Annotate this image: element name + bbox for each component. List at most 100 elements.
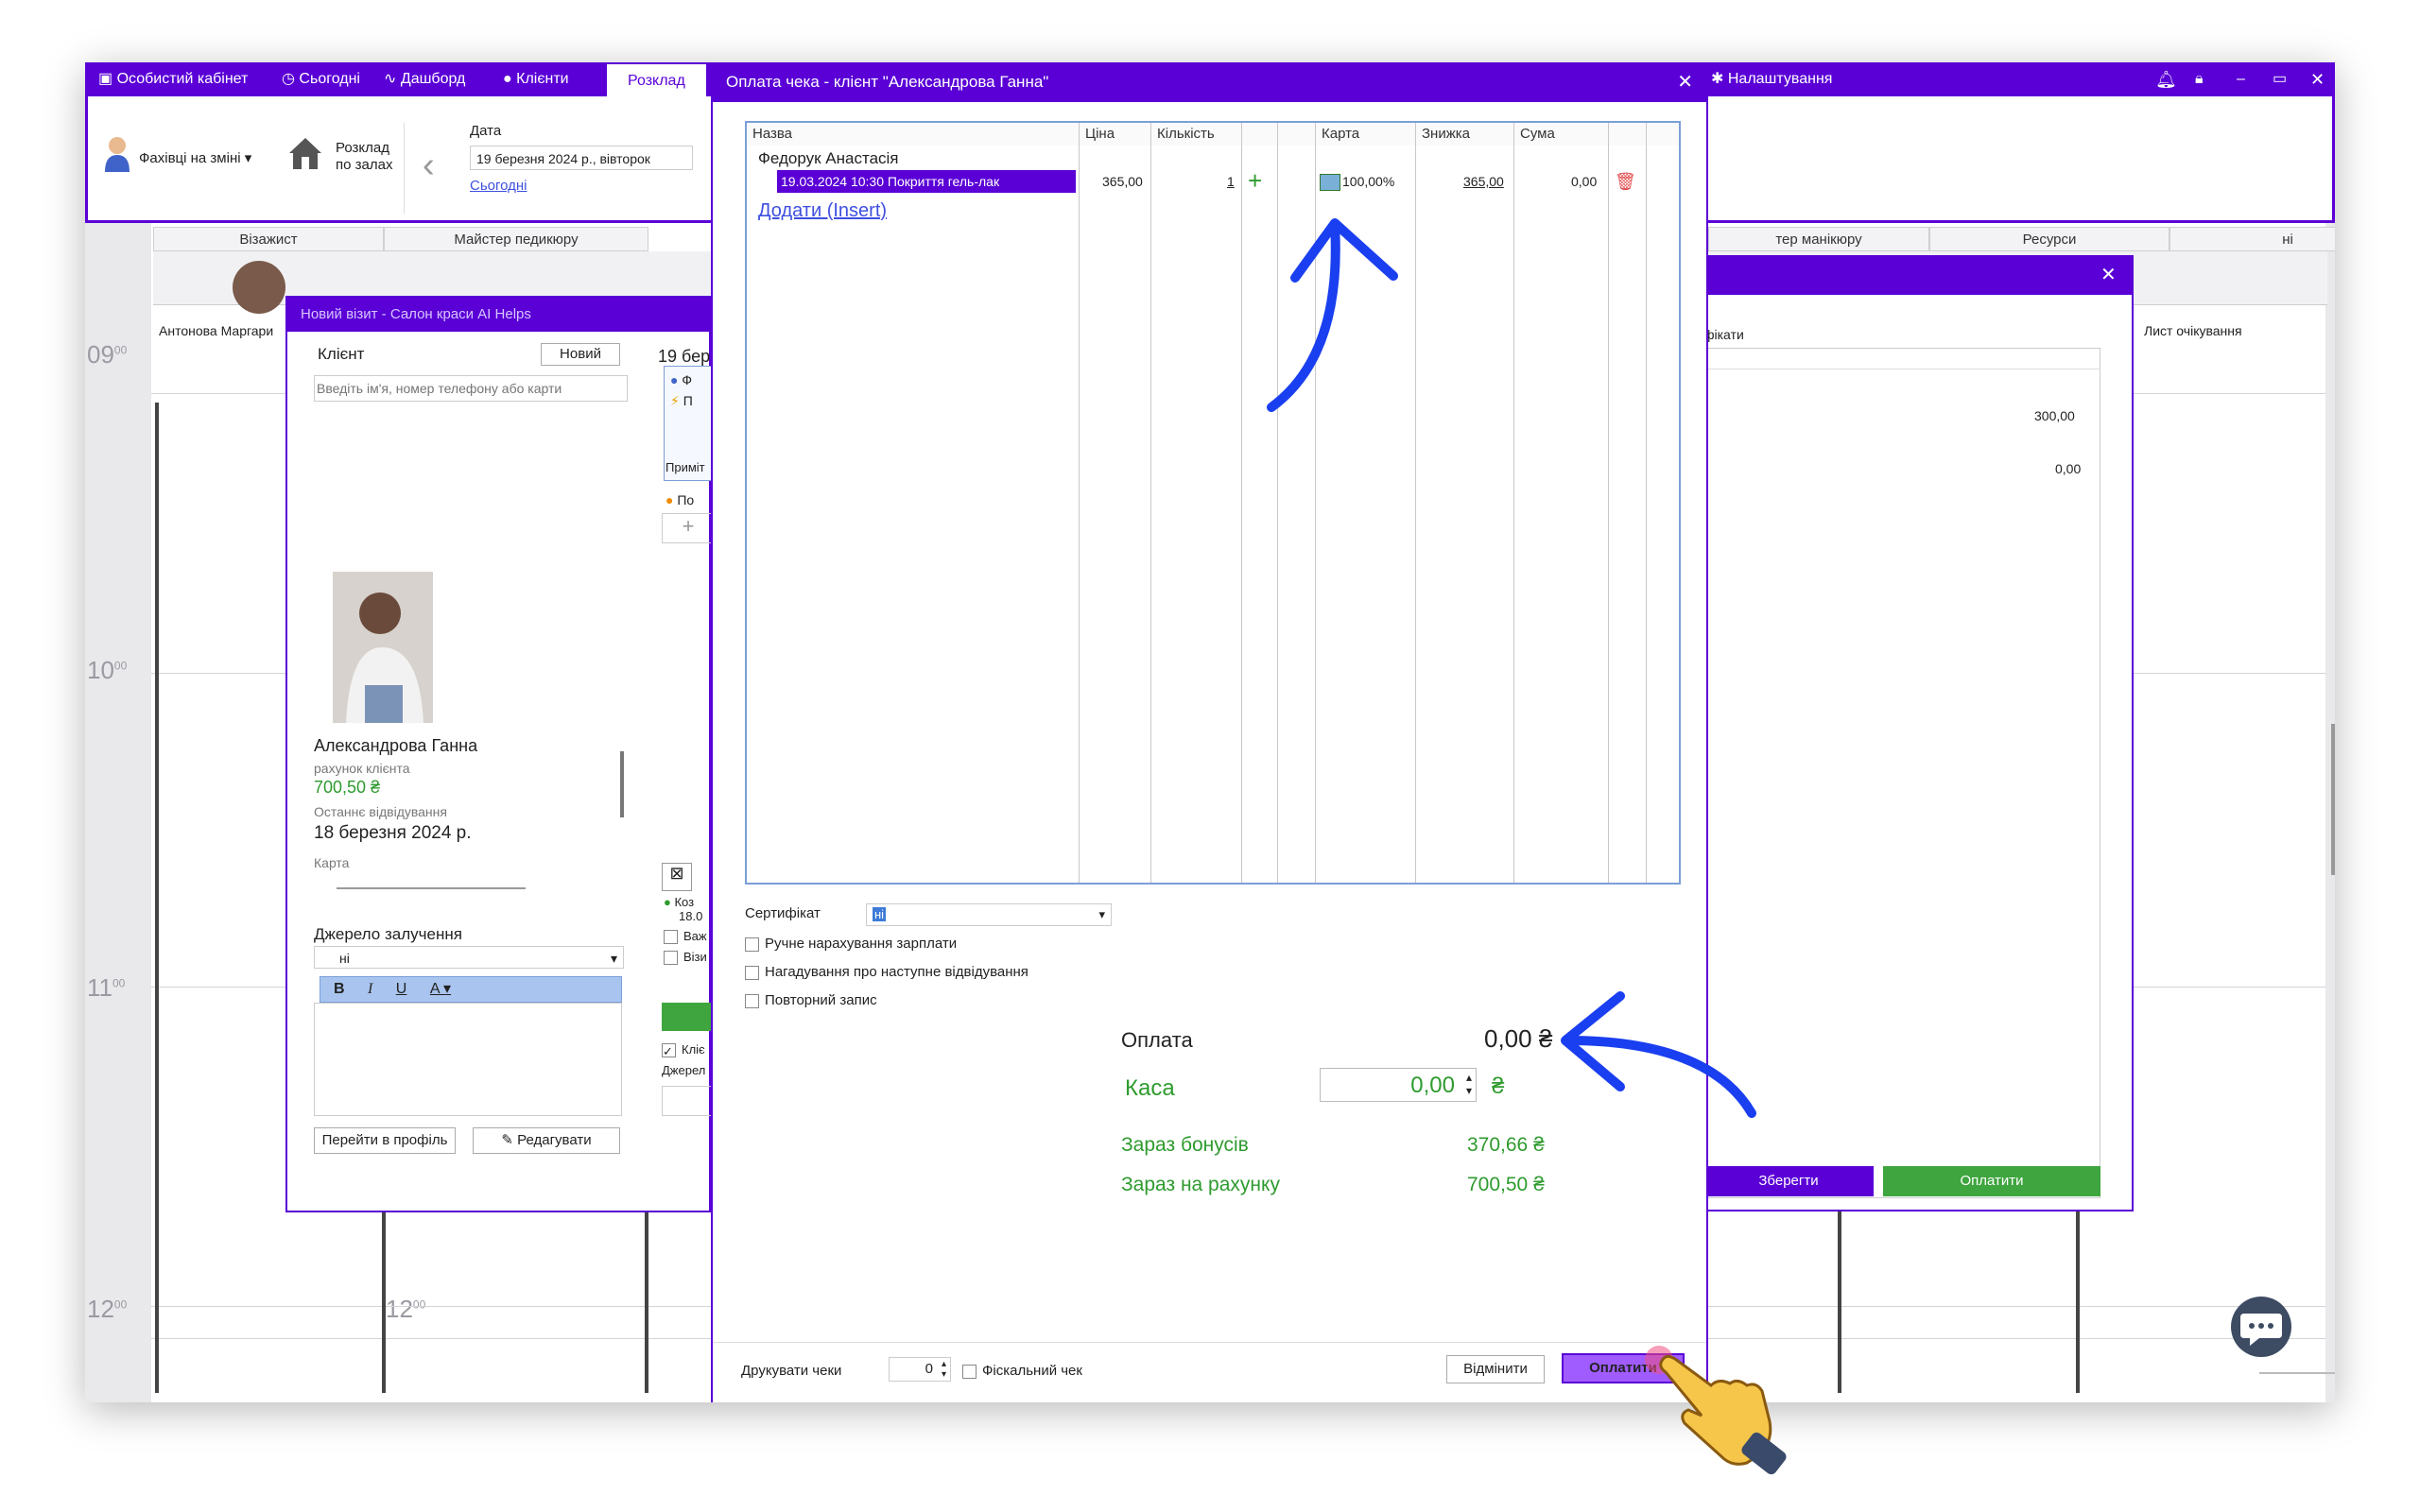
- lock-icon[interactable]: 🔒︎: [2195, 62, 2204, 96]
- save-button[interactable]: Зберегти: [1703, 1166, 1874, 1196]
- fiscal-check-checkbox[interactable]: Фіскальний чек: [962, 1363, 1082, 1379]
- plus-icon[interactable]: +: [1248, 166, 1262, 196]
- today-link[interactable]: Сьогодні: [470, 178, 527, 194]
- amount-value: 0,00: [2055, 461, 2082, 476]
- manual-salary-checkbox[interactable]: Ручне нарахування зарплати: [745, 936, 957, 952]
- source-input-2[interactable]: [662, 1086, 715, 1116]
- certificate-label: Сертифікат: [745, 905, 821, 921]
- underline-icon[interactable]: U: [396, 981, 407, 997]
- item-row-name[interactable]: 19.03.2024 10:30 Покриття гель-лак: [777, 170, 1076, 193]
- tab-schedule[interactable]: Розклад: [607, 64, 706, 96]
- bonuses-label: Зараз бонусів: [1121, 1134, 1249, 1156]
- halls-line1: Розклад: [336, 140, 389, 156]
- tab-dashboard[interactable]: ∿ Дашборд: [384, 62, 465, 96]
- payment-label: Оплата: [1121, 1028, 1193, 1052]
- service-row[interactable]: ⚡︎ П: [670, 393, 708, 409]
- client-checkbox[interactable]: ✓ Кліє: [662, 1042, 705, 1058]
- go-to-profile-button[interactable]: Перейти в профіль: [314, 1127, 456, 1154]
- repeat-record-checkbox[interactable]: Повторний запис: [745, 992, 877, 1008]
- new-client-button[interactable]: Новий: [541, 343, 620, 366]
- tab-personal-cabinet[interactable]: ▣ Особистий кабінет: [98, 62, 248, 96]
- schedule-by-halls-button[interactable]: Розклад по залах: [336, 140, 392, 174]
- tab-clients[interactable]: ● Клієнти: [503, 62, 569, 96]
- annotation-arrow-up: [1267, 218, 1398, 412]
- horizontal-scrollbar[interactable]: [337, 887, 526, 889]
- client-search-input[interactable]: [314, 375, 628, 402]
- pulse-icon: ∿: [384, 71, 397, 87]
- tab-label: Сьогодні: [299, 71, 360, 87]
- font-color-icon[interactable]: A ▾: [430, 981, 451, 997]
- cancel-button[interactable]: Відмінити: [1446, 1355, 1545, 1383]
- amount-value: 300,00: [2034, 408, 2075, 423]
- visit-dialog-title: Новий візит - Салон краси AI Helps: [287, 298, 709, 332]
- item-sum: 0,00: [1571, 174, 1598, 189]
- edit-button[interactable]: ✎ Редагувати: [473, 1127, 620, 1154]
- service-row[interactable]: ● Ф: [670, 372, 708, 387]
- pay-button-secondary[interactable]: Оплатити: [1883, 1166, 2100, 1196]
- info-scrollbar[interactable]: [620, 751, 624, 817]
- schedule-scrollbar[interactable]: [2331, 724, 2335, 875]
- date-picker[interactable]: 19 березня 2024 р., вівторок: [470, 146, 693, 170]
- add-item-link[interactable]: Додати (Insert): [758, 200, 887, 222]
- pencil-icon: ✎: [501, 1132, 513, 1148]
- staff-name: Антонова Маргари: [159, 323, 274, 338]
- staff-on-shift-dropdown[interactable]: Фахівці на зміні ▾: [139, 149, 251, 166]
- source-select[interactable]: ні ▾: [314, 946, 624, 969]
- ribbon-divider: [404, 123, 405, 214]
- time-09: 0900: [87, 340, 128, 369]
- certificate-value: ні: [873, 907, 887, 921]
- payment-dialog-titlebar: Оплата чека - клієнт "Александрова Ганна…: [713, 62, 1706, 102]
- item-discount[interactable]: 365,00: [1463, 174, 1504, 189]
- print-checks-stepper[interactable]: 0 ▴ ▾: [889, 1357, 951, 1382]
- cash-register-icon[interactable]: ⊠: [662, 863, 692, 891]
- item-qty[interactable]: 1: [1227, 174, 1235, 189]
- item-price: 365,00: [1102, 174, 1143, 189]
- restore-icon[interactable]: ▭: [2273, 62, 2287, 96]
- prev-day-chevron-icon[interactable]: ‹: [423, 146, 435, 186]
- stepper-arrows-icon[interactable]: ▴ ▾: [1466, 1071, 1472, 1097]
- col-price: Ціна: [1080, 123, 1151, 146]
- account-label: рахунок клієнта: [314, 761, 410, 776]
- house-icon[interactable]: [286, 134, 324, 172]
- add-service-button[interactable]: +: [662, 513, 715, 543]
- pointing-hand-icon: [1659, 1354, 1787, 1475]
- bell-icon[interactable]: 🔔︎: [2155, 62, 2177, 96]
- payment-dialog: Оплата чека - клієнт "Александрова Ганна…: [711, 62, 1708, 1402]
- minimize-icon[interactable]: –: [2237, 62, 2245, 96]
- close-icon[interactable]: ✕: [2100, 263, 2117, 286]
- cash-value: 0,00: [1410, 1073, 1455, 1098]
- close-icon[interactable]: ✕: [1677, 62, 1693, 102]
- staff-on-shift-label: Фахівці на зміні: [139, 150, 241, 166]
- time-12: 1200: [87, 1295, 128, 1323]
- tab-today[interactable]: ◷ Сьогодні: [282, 62, 360, 96]
- card-label: Карта: [314, 855, 350, 870]
- last-visit-value: 18 березня 2024 р.: [314, 823, 472, 843]
- tab-label: Розклад: [628, 73, 685, 89]
- green-action-button[interactable]: [662, 1003, 713, 1031]
- zoom-slider[interactable]: [2259, 1372, 2335, 1374]
- rich-text-toolbar: B I U A ▾: [320, 976, 622, 1003]
- annotation-arrow-left: [1561, 991, 1756, 1118]
- italic-icon[interactable]: I: [368, 981, 372, 997]
- staff-avatar: [233, 261, 285, 314]
- comment-textarea[interactable]: [314, 1003, 622, 1116]
- right-dialog: ✕ фікати 300,00 0,00 Зберегти Оплатити: [1702, 255, 2134, 1211]
- payment-value: 0,00 ₴: [1484, 1024, 1553, 1053]
- col-card: Карта: [1316, 123, 1416, 146]
- bold-icon[interactable]: B: [334, 981, 345, 997]
- waiting-list-label[interactable]: Лист очікування: [2144, 323, 2242, 338]
- client-label: Клієнт: [318, 345, 365, 363]
- trash-icon[interactable]: 🗑︎: [1615, 172, 1636, 192]
- dropdown-arrow-icon: ▾: [1098, 907, 1105, 921]
- remind-next-checkbox[interactable]: Нагадування про наступне відвідування: [745, 964, 1028, 980]
- time-10: 1000: [87, 656, 128, 684]
- chat-bubble-icon[interactable]: [2231, 1297, 2291, 1357]
- page: { "topbar": { "tabs": ["Особистий кабіне…: [0, 0, 2420, 1512]
- visit-options: ● Коз 18.0 Важ Візи: [664, 895, 707, 966]
- cash-input[interactable]: 0,00 ▴ ▾: [1320, 1068, 1477, 1102]
- close-icon[interactable]: ✕: [2310, 62, 2325, 96]
- master-name: Федорук Анастасія: [758, 149, 899, 167]
- certificate-select[interactable]: ні ▾: [866, 903, 1112, 926]
- bonuses-value: 370,66 ₴: [1467, 1134, 1545, 1156]
- settings-button[interactable]: ✱ Налаштування: [1711, 62, 1832, 96]
